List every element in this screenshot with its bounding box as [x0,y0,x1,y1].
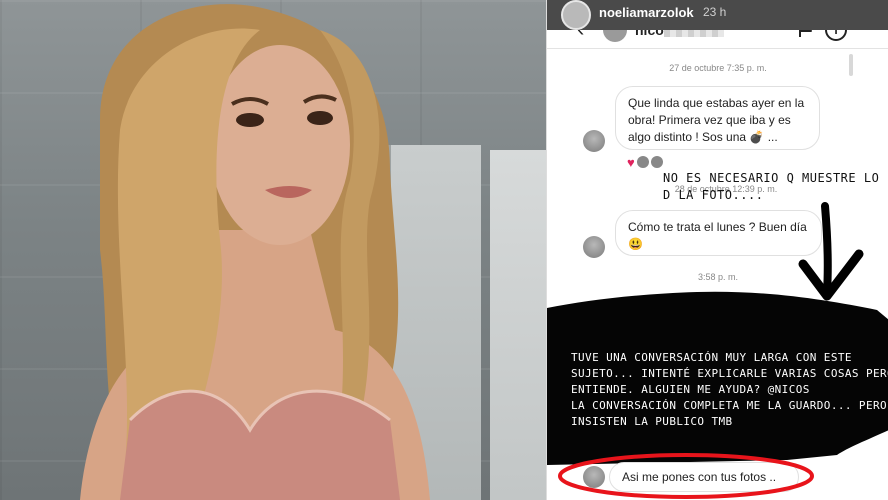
arrow-down-icon [798,202,864,301]
story-overlay-note: NO ES NECESARIO Q MUESTRE LO D LA FOTO..… [663,171,880,202]
avatar [583,130,605,152]
heart-icon: ♥ [627,154,635,170]
message-bubble: Cómo te trata el lunes ? Buen día 😃 [615,210,822,256]
highlight-ellipse [558,453,814,499]
dm-screenshot: ‹ nico i noeliamarzolok 23 h 27 de octub… [546,0,888,500]
woman-figure [80,4,430,500]
story-header: noeliamarzolok 23 h [547,0,888,30]
timestamp: 27 de octubre 7:35 p. m. [669,63,767,73]
story-avatar[interactable] [561,0,591,30]
message-bubble: Que linda que estabas ayer en la obra! P… [615,86,820,150]
story-caption: TUVE UNA CONVERSACIÓN MUY LARGA CON ESTE… [571,351,888,428]
avatar [636,156,649,168]
story-username[interactable]: noeliamarzolok [599,5,694,20]
timestamp: 3:58 p. m. [697,272,739,282]
story-age: 23 h [703,5,727,19]
message-reactions[interactable]: ♥ [627,155,663,169]
selfie-photo [0,0,546,500]
background-door-right [490,150,546,500]
avatar [650,156,663,168]
avatar [583,236,605,258]
